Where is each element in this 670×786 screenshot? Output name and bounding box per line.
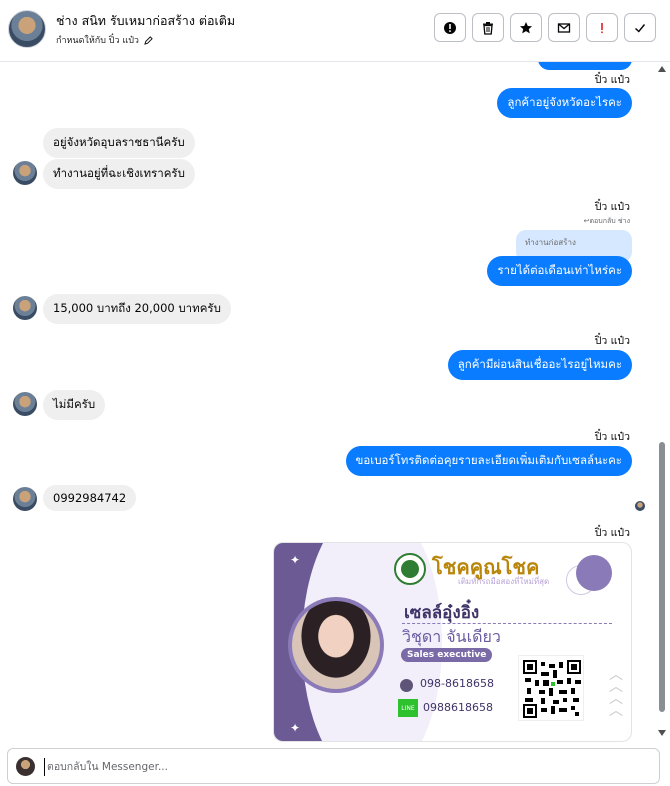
contact-avatar-small[interactable] (13, 161, 37, 185)
line-app-icon: LINE (398, 699, 418, 717)
done-button[interactable] (624, 13, 656, 42)
message-bubble-incoming[interactable]: ทำงานอยู่ที่ฉะเชิงเทราครับ (43, 159, 195, 189)
card-full-name: วิชุดา จันเดียว (402, 627, 501, 646)
card-divider (402, 623, 612, 624)
card-portrait (292, 601, 380, 689)
spam-button[interactable] (586, 13, 618, 42)
scroll-down-icon[interactable] (658, 730, 666, 736)
contact-avatar-small[interactable] (13, 296, 37, 320)
envelope-icon (557, 22, 571, 33)
chat-scrollbar[interactable] (658, 62, 667, 742)
card-tagline: เติมทักรถมือสองที่ใหม่ที่สุด (458, 577, 550, 586)
mark-unread-button[interactable] (548, 13, 580, 42)
contact-avatar[interactable] (8, 10, 46, 48)
sender-name: ปิ๋ว แป๋ว (594, 335, 630, 347)
card-role: Sales executive (401, 648, 493, 662)
qr-code-icon (518, 655, 584, 721)
message-bubble-outgoing[interactable] (538, 62, 632, 70)
sender-name: ปิ๋ว แป๋ว (594, 527, 630, 539)
reply-indicator: ↩ตอบกลับ ช่าง (583, 217, 630, 225)
star-button[interactable] (510, 13, 542, 42)
scrollbar-thumb[interactable] (659, 442, 665, 712)
sender-name: ปิ๋ว แป๋ว (594, 431, 630, 443)
contact-avatar-small[interactable] (13, 392, 37, 416)
message-bubble-outgoing[interactable]: ลูกค้าอยู่จังหวัดอะไรคะ (497, 88, 632, 118)
sparkle-icon: ✦ (290, 553, 301, 567)
page-avatar (16, 757, 35, 776)
message-bubble-incoming[interactable]: อยู่จังหวัดอุบลราชธานีครับ (43, 128, 195, 158)
business-card-image[interactable]: ✦ ✦ โชคคูณโชค เติมทักรถมือสองที่ใหม่ที่ส… (273, 542, 632, 742)
message-thread[interactable]: ปิ๋ว แป๋ว ลูกค้าอยู่จังหวัดอะไรคะ อยู่จั… (0, 62, 670, 742)
delete-button[interactable] (472, 13, 504, 42)
pencil-icon[interactable] (144, 36, 153, 45)
reply-input[interactable] (44, 758, 644, 776)
message-bubble-incoming[interactable]: ไม่มีครับ (43, 390, 106, 420)
trash-icon (483, 21, 493, 35)
exclamation-icon (601, 22, 603, 33)
contact-avatar-small[interactable] (13, 487, 37, 511)
conversation-header: ช่าง สนิท รับเหมาก่อสร้าง ต่อเติม กำหนดใ… (0, 0, 670, 62)
sender-name: ปิ๋ว แป๋ว (594, 201, 630, 213)
seen-indicator-avatar (635, 501, 645, 511)
nickname-label[interactable]: กำหนดให้กับ ปิ๋ว แป๋ว (56, 33, 153, 47)
brand-logo-icon (394, 553, 426, 585)
phone-icon (400, 679, 413, 692)
sender-name: ปิ๋ว แป๋ว (594, 74, 630, 86)
sparkle-icon: ✦ (290, 721, 301, 735)
card-line-id: 0988618658 (423, 701, 493, 714)
report-button[interactable] (434, 13, 466, 42)
message-bubble-outgoing[interactable]: รายได้ต่อเดือนเท่าไหร่คะ (487, 256, 632, 286)
card-decoration (576, 555, 612, 591)
message-bubble-incoming[interactable]: 0992984742 (43, 485, 137, 511)
chevron-up-icon: ︿ ︿ ︿ ︿ (609, 667, 623, 719)
star-icon (520, 21, 532, 33)
exclamation-circle-icon (444, 21, 456, 34)
card-nickname: เซลล์อุ๋งอิ๋ง (404, 603, 480, 623)
message-bubble-incoming[interactable]: 15,000 บาทถึง 20,000 บาทครับ (43, 294, 231, 324)
contact-name[interactable]: ช่าง สนิท รับเหมาก่อสร้าง ต่อเติม (56, 11, 235, 31)
nickname-text: กำหนดให้กับ ปิ๋ว แป๋ว (56, 36, 139, 46)
message-composer (7, 748, 660, 784)
message-bubble-outgoing[interactable]: ลูกค้ามีผ่อนสินเชื่ออะไรอยู่ไหมคะ (447, 350, 632, 380)
message-bubble-outgoing[interactable]: ขอเบอร์โทรติดต่อคุยรายละเอียดเพิ่มเติมกั… (345, 446, 632, 476)
card-phone: 098-8618658 (420, 677, 494, 690)
header-actions (434, 13, 656, 42)
scroll-up-icon[interactable] (658, 66, 666, 72)
check-icon (635, 23, 646, 33)
